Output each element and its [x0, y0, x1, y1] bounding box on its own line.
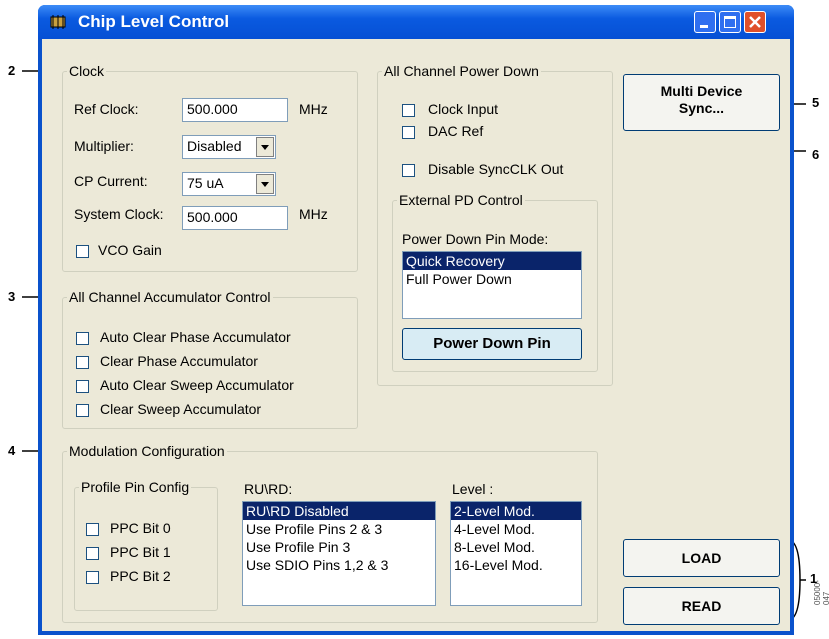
- power-down-legend: All Channel Power Down: [384, 63, 539, 79]
- list-item[interactable]: Use Profile Pins 2 & 3: [243, 520, 435, 538]
- client-area: Clock Ref Clock: 500.000 MHz Multiplier:…: [42, 39, 790, 631]
- clock-group: Clock: [62, 63, 358, 272]
- ppc-label: PPC Bit 0: [110, 520, 171, 536]
- auto-clear-phase-checkbox[interactable]: [76, 332, 89, 345]
- close-button[interactable]: [744, 11, 766, 33]
- ref-clock-input[interactable]: 500.000: [182, 98, 288, 122]
- chevron-down-icon[interactable]: [256, 174, 274, 194]
- cp-current-label: CP Current:: [74, 173, 148, 189]
- list-item[interactable]: 4-Level Mod.: [451, 520, 581, 538]
- read-button[interactable]: READ: [623, 587, 780, 625]
- system-clock-input[interactable]: 500.000: [182, 206, 288, 230]
- chip-icon: [50, 15, 66, 29]
- chip-level-control-window: Chip Level Control Clock Ref Clock: 500.…: [38, 5, 794, 635]
- level-listbox[interactable]: 2-Level Mod. 4-Level Mod. 8-Level Mod. 1…: [450, 501, 582, 606]
- ref-clock-unit: MHz: [299, 101, 328, 117]
- close-icon: [749, 16, 761, 28]
- cp-current-select[interactable]: 75 uA: [182, 172, 276, 196]
- chevron-down-icon[interactable]: [256, 137, 274, 157]
- multi-device-sync-button[interactable]: Multi Device Sync...: [623, 74, 780, 131]
- minimize-icon: [700, 25, 708, 28]
- list-item[interactable]: Quick Recovery: [403, 252, 581, 270]
- ppc-label: PPC Bit 1: [110, 544, 171, 560]
- auto-clear-sweep-checkbox[interactable]: [76, 380, 89, 393]
- disable-syncclk-label: Disable SyncCLK Out: [428, 161, 564, 177]
- window-title: Chip Level Control: [78, 12, 230, 31]
- pin-mode-label: Power Down Pin Mode:: [402, 231, 549, 247]
- clear-sweep-checkbox[interactable]: [76, 404, 89, 417]
- clock-input-label: Clock Input: [428, 101, 499, 117]
- vco-gain-label: VCO Gain: [98, 242, 162, 258]
- accumulator-label: Clear Sweep Accumulator: [100, 401, 262, 417]
- clock-legend: Clock: [69, 63, 105, 79]
- maximize-button[interactable]: [719, 11, 741, 33]
- ppc-bit2-checkbox[interactable]: [86, 571, 99, 584]
- list-item[interactable]: 8-Level Mod.: [451, 538, 581, 556]
- ppc-label: PPC Bit 2: [110, 568, 171, 584]
- vco-gain-checkbox[interactable]: [76, 245, 89, 258]
- accumulator-label: Clear Phase Accumulator: [100, 353, 258, 369]
- power-down-pin-button[interactable]: Power Down Pin: [402, 328, 582, 360]
- pin-mode-listbox[interactable]: Quick Recovery Full Power Down: [402, 251, 582, 319]
- dac-ref-label: DAC Ref: [428, 123, 484, 139]
- accumulator-label: Auto Clear Sweep Accumulator: [100, 377, 294, 393]
- multi-device-line1: Multi Device: [660, 83, 743, 99]
- ref-clock-label: Ref Clock:: [74, 101, 139, 117]
- clear-phase-checkbox[interactable]: [76, 356, 89, 369]
- ppc-bit1-checkbox[interactable]: [86, 547, 99, 560]
- profile-pin-legend: Profile Pin Config: [81, 479, 190, 495]
- modulation-legend: Modulation Configuration: [69, 443, 225, 459]
- clock-input-checkbox[interactable]: [402, 104, 415, 117]
- dac-ref-checkbox[interactable]: [402, 126, 415, 139]
- list-item[interactable]: Use SDIO Pins 1,2 & 3: [243, 556, 435, 574]
- disable-syncclk-checkbox[interactable]: [402, 164, 415, 177]
- minimize-button[interactable]: [694, 11, 716, 33]
- list-item[interactable]: Full Power Down: [403, 270, 581, 288]
- system-clock-unit: MHz: [299, 206, 328, 222]
- ppc-bit0-checkbox[interactable]: [86, 523, 99, 536]
- rurd-label: RU\RD:: [244, 481, 293, 497]
- rurd-listbox[interactable]: RU\RD Disabled Use Profile Pins 2 & 3 Us…: [242, 501, 436, 606]
- multiplier-select[interactable]: Disabled: [182, 135, 276, 159]
- list-item[interactable]: 2-Level Mod.: [451, 502, 581, 520]
- accumulator-legend: All Channel Accumulator Control: [69, 289, 271, 305]
- system-clock-label: System Clock:: [74, 206, 164, 222]
- multi-device-line2: Sync...: [678, 100, 725, 116]
- external-pd-legend: External PD Control: [399, 192, 523, 208]
- load-button[interactable]: LOAD: [623, 539, 780, 577]
- cp-current-value: 75 uA: [187, 175, 224, 191]
- multiplier-value: Disabled: [187, 138, 242, 154]
- maximize-icon: [724, 16, 736, 28]
- multiplier-label: Multiplier:: [74, 138, 134, 154]
- list-item[interactable]: Use Profile Pin 3: [243, 538, 435, 556]
- list-item[interactable]: RU\RD Disabled: [243, 502, 435, 520]
- list-item[interactable]: 16-Level Mod.: [451, 556, 581, 574]
- level-label: Level :: [452, 481, 494, 497]
- accumulator-label: Auto Clear Phase Accumulator: [100, 329, 291, 345]
- title-bar[interactable]: Chip Level Control: [38, 5, 794, 39]
